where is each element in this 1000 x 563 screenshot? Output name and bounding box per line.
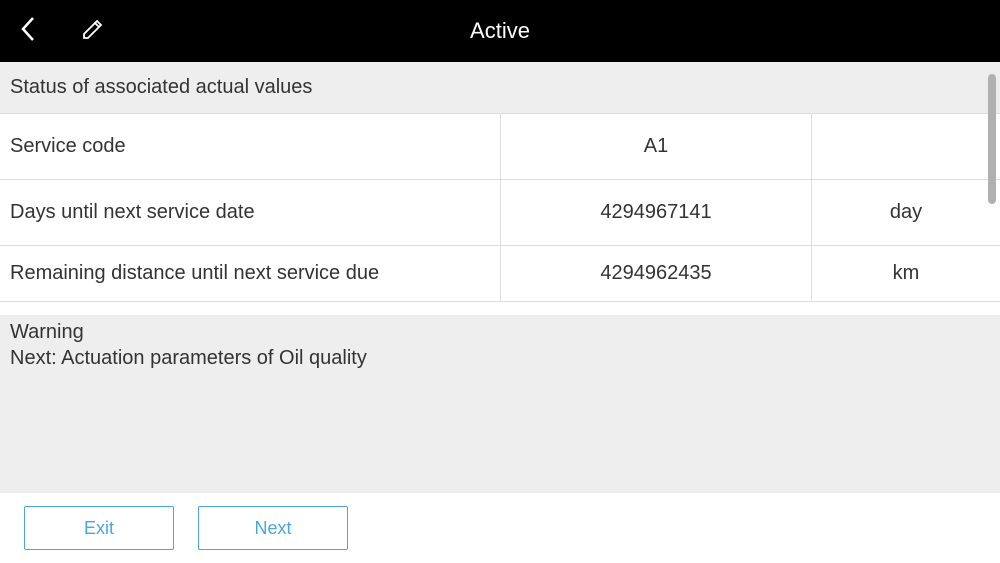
section-header: Status of associated actual values [0, 62, 1000, 114]
row-label: Days until next service date [0, 201, 500, 224]
pencil-icon[interactable] [80, 16, 106, 47]
footer-bar: Exit Next [0, 493, 1000, 563]
table-row: Remaining distance until next service du… [0, 246, 1000, 302]
row-unit: day [812, 201, 1000, 224]
next-step-text: Next: Actuation parameters of Oil qualit… [10, 345, 990, 371]
row-label: Remaining distance until next service du… [0, 262, 500, 285]
page-title: Active [470, 18, 530, 44]
header-bar: Active [0, 0, 1000, 62]
row-value: 4294967141 [501, 201, 811, 224]
row-value: 4294962435 [501, 262, 811, 285]
back-icon[interactable] [18, 14, 40, 49]
column-divider [811, 114, 812, 179]
info-panel: Warning Next: Actuation parameters of Oi… [0, 315, 1000, 493]
next-button[interactable]: Next [198, 506, 348, 550]
table-row: Service code A1 [0, 114, 1000, 180]
scrollbar-thumb[interactable] [988, 74, 996, 204]
table-row: Days until next service date 4294967141 … [0, 180, 1000, 246]
row-label: Service code [0, 135, 500, 158]
exit-button[interactable]: Exit [24, 506, 174, 550]
row-unit: km [812, 262, 1000, 285]
content-area: Status of associated actual values Servi… [0, 62, 1000, 315]
warning-text: Warning [10, 319, 990, 345]
row-value: A1 [501, 135, 811, 158]
